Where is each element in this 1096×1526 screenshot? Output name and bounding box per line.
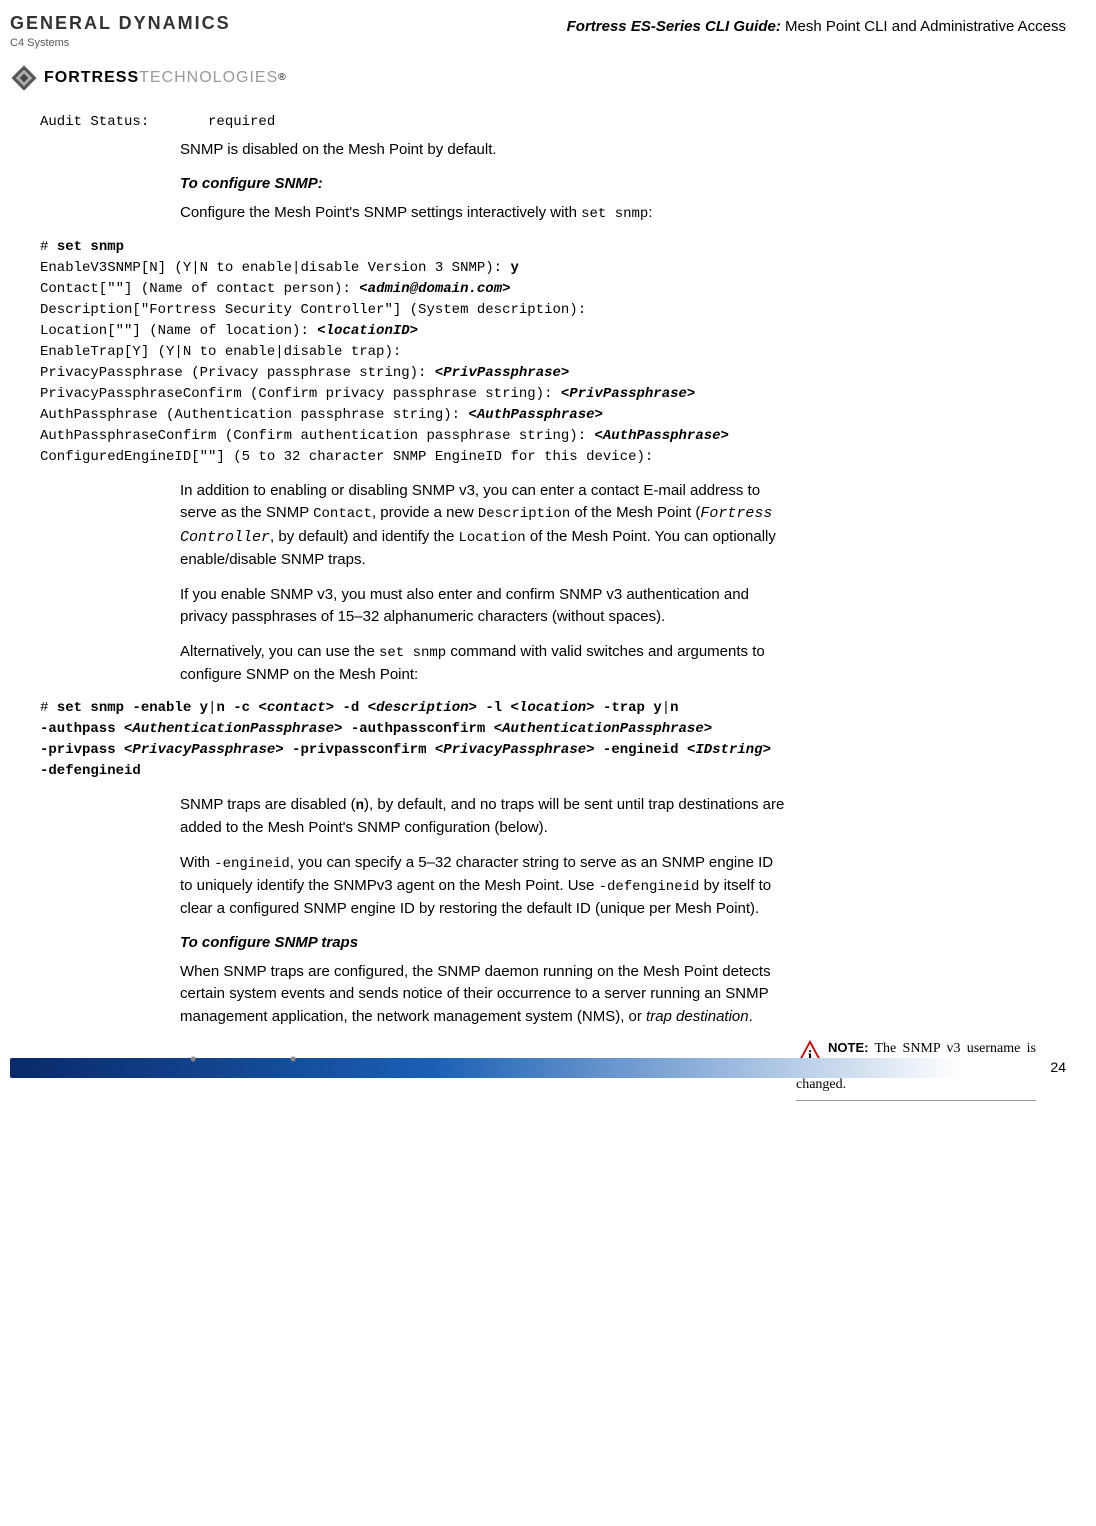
text: Alternatively, you can use the: [180, 643, 379, 660]
text: .: [749, 1008, 753, 1025]
code-inline: -defengineid: [599, 879, 700, 895]
text: :: [648, 204, 652, 221]
paragraph: Configure the Mesh Point's SNMP settings…: [180, 202, 786, 225]
diamond-icon: [10, 64, 38, 92]
text: , provide a new: [372, 504, 478, 521]
italic-text: trap destination: [646, 1008, 749, 1025]
paragraph: SNMP is disabled on the Mesh Point by de…: [180, 139, 786, 162]
code-inline: Contact: [313, 506, 372, 522]
page-number: 24: [1050, 1057, 1066, 1078]
note-text: The SNMP v3 username is: [868, 1041, 1036, 1056]
fortress-text: FORTRESS: [44, 66, 139, 90]
text: With: [180, 854, 214, 871]
audit-status-line: Audit Status: required: [40, 112, 1066, 133]
paragraph: If you enable SNMP v3, you must also ent…: [180, 584, 786, 629]
guide-title-italic: Fortress ES-Series CLI Guide:: [567, 18, 781, 35]
registered-mark: ®: [278, 70, 285, 85]
code-block-set-snmp-switches: # set snmp -enable y|n -c <contact> -d <…: [40, 698, 1066, 782]
text: , by default) and identify the: [270, 528, 458, 545]
code-inline: set snmp: [379, 645, 446, 661]
guide-title: Fortress ES-Series CLI Guide: Mesh Point…: [567, 16, 1066, 39]
code-inline: Description: [478, 506, 570, 522]
page-header: GENERAL DYNAMICS C4 Systems FORTRESS TEC…: [10, 10, 1066, 92]
section-heading: To configure SNMP traps: [180, 932, 786, 955]
technologies-text: TECHNOLOGIES: [139, 66, 278, 90]
text: of the Mesh Point (: [570, 504, 700, 521]
general-dynamics-logo: GENERAL DYNAMICS: [10, 10, 286, 37]
footer-bar: [10, 1058, 1066, 1078]
code-inline: set snmp: [581, 206, 648, 222]
paragraph: With -engineid, you can specify a 5–32 c…: [180, 852, 786, 921]
code-inline: n: [356, 798, 364, 814]
guide-title-rest: Mesh Point CLI and Administrative Access: [781, 18, 1066, 35]
code-inline: -engineid: [214, 856, 290, 872]
paragraph: Alternatively, you can use the set snmp …: [180, 641, 786, 687]
section-heading: To configure SNMP:: [180, 173, 786, 196]
fortress-logo: FORTRESS TECHNOLOGIES ®: [10, 64, 286, 92]
c4-systems-text: C4 Systems: [10, 35, 286, 52]
paragraph: SNMP traps are disabled (n), by default,…: [180, 794, 786, 840]
text: Configure the Mesh Point's SNMP settings…: [180, 204, 581, 221]
paragraph: When SNMP traps are configured, the SNMP…: [180, 961, 786, 1029]
text: SNMP traps are disabled (: [180, 796, 356, 813]
note-label: NOTE:: [828, 1040, 868, 1055]
code-inline: Location: [458, 530, 525, 546]
paragraph: In addition to enabling or disabling SNM…: [180, 480, 786, 572]
header-logos: GENERAL DYNAMICS C4 Systems FORTRESS TEC…: [10, 10, 286, 92]
code-block-set-snmp: # set snmp EnableV3SNMP[N] (Y|N to enabl…: [40, 237, 1066, 468]
